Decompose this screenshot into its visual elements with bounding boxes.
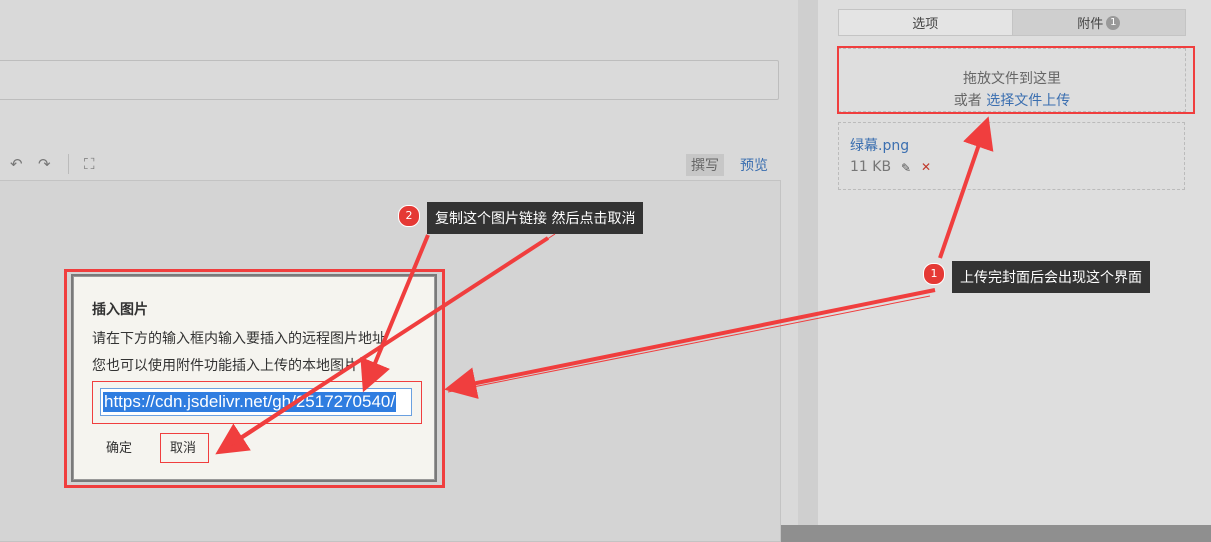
arrow-to-cancel-button <box>215 236 550 455</box>
thin-connector-1 <box>447 295 931 393</box>
thin-connector-2 <box>229 233 556 448</box>
annotation-arrows <box>215 116 994 455</box>
arrow-to-upload-box <box>938 116 994 259</box>
arrow-to-url-input <box>444 288 936 399</box>
arrow-to-url-text <box>360 234 430 393</box>
